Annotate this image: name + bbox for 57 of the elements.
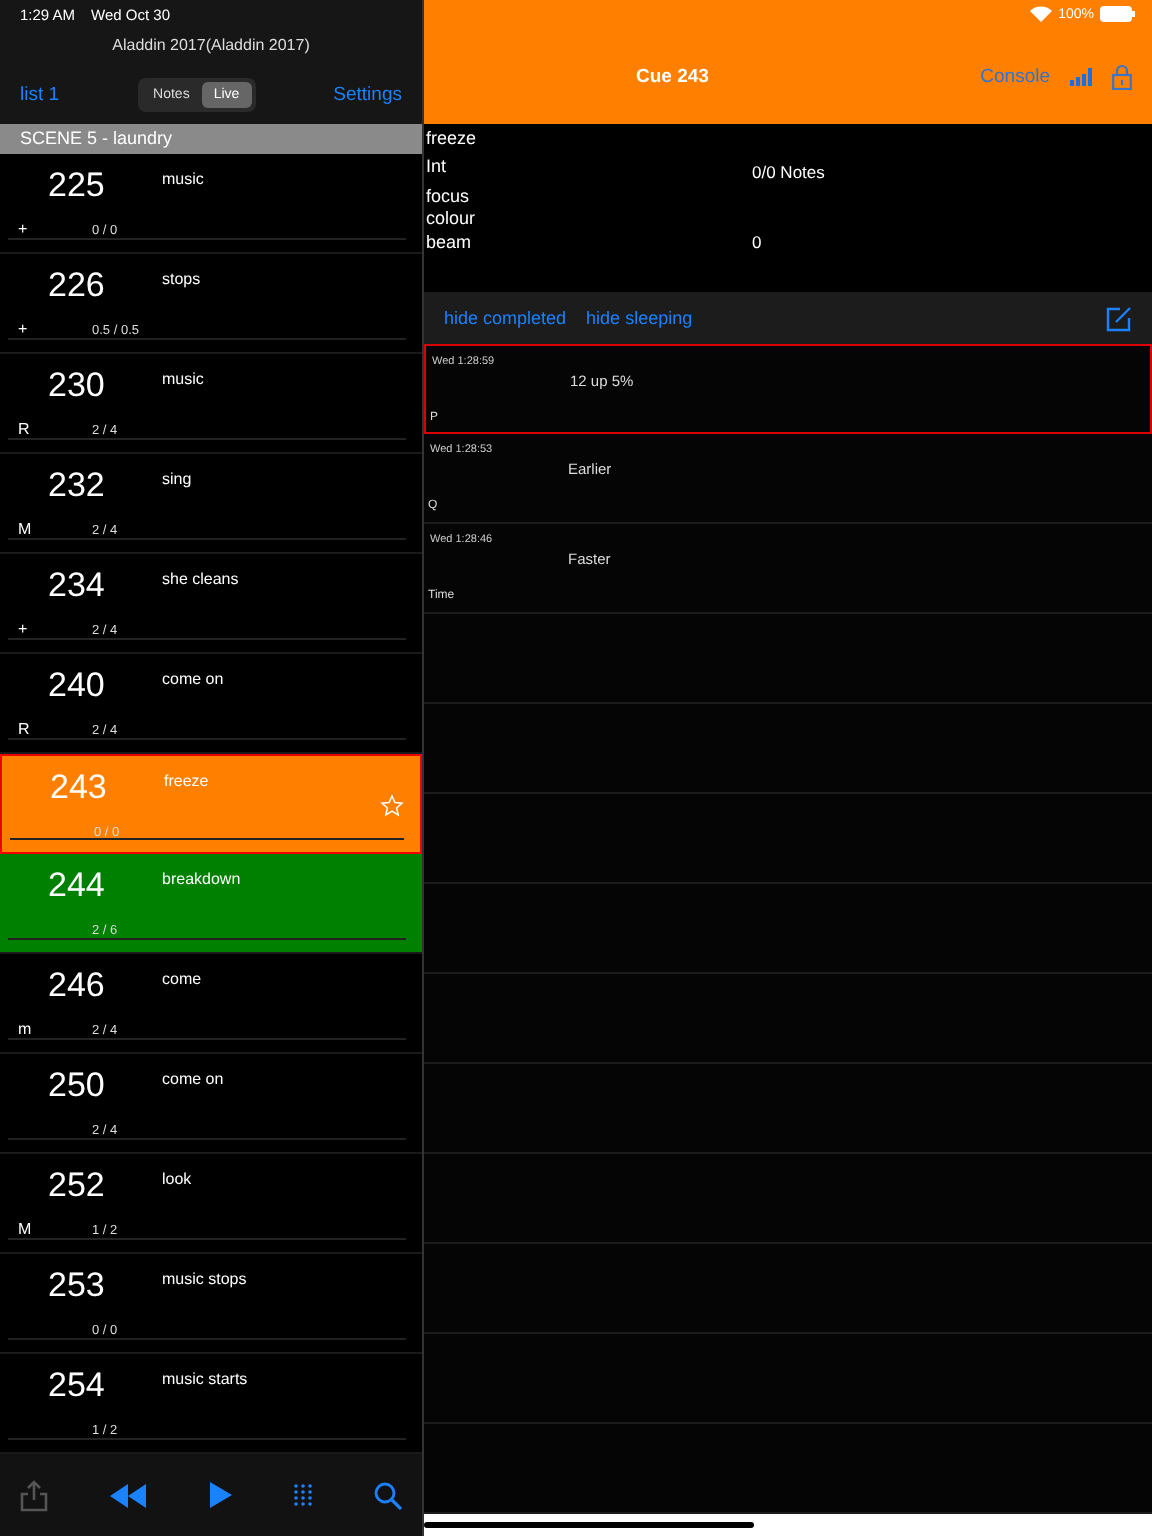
cue-title: stops (162, 270, 201, 288)
play-icon[interactable] (209, 1482, 231, 1508)
star-icon[interactable] (380, 794, 404, 818)
field-label: focus (424, 185, 472, 208)
list-button[interactable]: list 1 (20, 83, 60, 105)
cue-type: + (18, 320, 28, 338)
cue-number: 240 (48, 666, 105, 706)
cue-title: she cleans (162, 570, 239, 588)
field-label: beam (424, 231, 474, 254)
cue-number: 226 (48, 266, 105, 306)
cue-number: 246 (48, 966, 105, 1006)
field-label: colour (424, 208, 478, 231)
cue-title: freeze (164, 772, 209, 790)
wifi-icon (1030, 6, 1053, 22)
cue-number: 243 (50, 768, 107, 808)
cue-type: M (18, 520, 32, 538)
cue-number: 254 (48, 1366, 105, 1406)
cue-type: R (18, 720, 30, 738)
cue-type: M (18, 1220, 32, 1238)
cue-type: + (18, 220, 28, 238)
cue-title: breakdown (162, 870, 241, 888)
cue-title: music (162, 370, 204, 388)
compose-icon[interactable] (1106, 305, 1132, 331)
show-title: Aladdin 2017(Aladdin 2017) (110, 34, 312, 58)
field-value: 0 (752, 231, 762, 251)
battery-icon (1100, 6, 1136, 22)
filter-link[interactable]: hide sleeping (586, 308, 693, 328)
search-icon[interactable] (374, 1481, 402, 1509)
cue-type: m (18, 1020, 32, 1038)
cue-type: R (18, 420, 30, 438)
rewind-icon[interactable] (110, 1483, 147, 1507)
cue-title: come on (162, 670, 224, 688)
cue-title: come on (162, 1070, 224, 1088)
cue-name: freeze (424, 126, 479, 152)
share-icon[interactable] (20, 1479, 48, 1511)
cue-number: 244 (48, 866, 105, 906)
cue-number: 253 (48, 1266, 105, 1306)
scene-header: SCENE 5 - laundry (0, 124, 422, 154)
cue-title: music starts (162, 1370, 248, 1388)
cue-number: 230 (48, 366, 105, 406)
cue-title: come (162, 970, 202, 988)
cue-title: look (162, 1170, 192, 1188)
cue-number: 225 (48, 166, 105, 206)
cue-number: 232 (48, 466, 105, 506)
field-value: 0/0 Notes (752, 162, 825, 182)
cue-title: music stops (162, 1270, 247, 1288)
cue-title: sing (162, 470, 192, 488)
cue-heading: Cue 243 (636, 65, 711, 87)
settings-button[interactable]: Settings (333, 83, 402, 105)
field-label: Int (424, 156, 449, 180)
cue-number: 234 (48, 566, 105, 606)
cue-title: music (162, 170, 204, 188)
cue-type: + (18, 620, 28, 638)
filter-link[interactable]: hide completed (444, 308, 567, 328)
cue-number: 252 (48, 1166, 105, 1206)
cue-number: 250 (48, 1066, 105, 1106)
keypad-icon[interactable] (293, 1484, 312, 1506)
